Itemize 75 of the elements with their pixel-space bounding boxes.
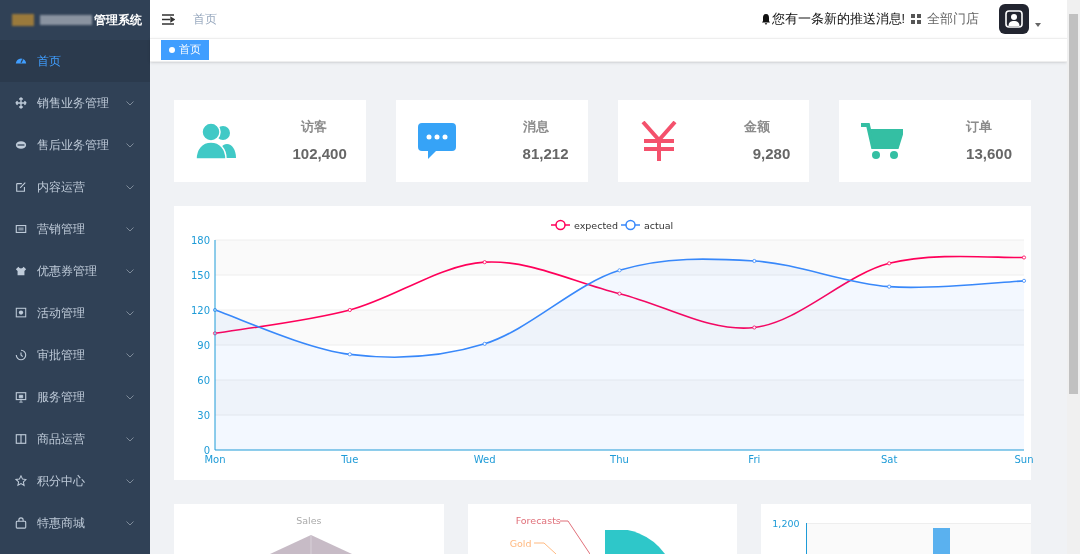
menu-item[interactable]: 服务管理 (0, 376, 150, 418)
chat-bubble-icon (417, 123, 456, 159)
scrollbar[interactable] (1067, 0, 1080, 554)
app-title: 管理系统 (94, 12, 142, 29)
menu-item[interactable]: 营销管理 (0, 208, 150, 250)
menu-item[interactable]: 积分中心 (0, 460, 150, 502)
y-tick-label: 30 (197, 410, 210, 421)
menu-item[interactable]: 首页 (0, 40, 150, 82)
menu-item[interactable]: 销售业务管理 (0, 82, 150, 124)
menu-icon[interactable] (162, 13, 175, 25)
caret-icon[interactable] (1035, 23, 1041, 27)
menu-item-icon (15, 391, 27, 403)
y-tick-label: 150 (190, 270, 210, 281)
legend-label[interactable]: actual (644, 219, 674, 231)
bar (933, 528, 951, 554)
avatar[interactable] (999, 4, 1029, 34)
legend-label: Forecasts (515, 514, 561, 528)
x-tick-label: Mon (204, 454, 226, 465)
axis-line (806, 523, 808, 554)
user-icon (1005, 10, 1023, 28)
menu-item-icon (15, 181, 27, 193)
menu-item-icon (15, 97, 27, 109)
menu-item[interactable]: 特惠商城 (0, 502, 150, 544)
grid-icon (911, 14, 921, 24)
menu-item[interactable]: 审批管理 (0, 334, 150, 376)
x-tick-label: Wed (473, 454, 496, 465)
menu-item-icon (15, 265, 27, 277)
menu-item-icon (15, 307, 27, 319)
cart-icon (861, 122, 904, 160)
blurred-name (40, 15, 92, 25)
notification-text[interactable]: 您有一条新的推送消息! (771, 9, 905, 29)
stat-value: 9,280 (752, 143, 791, 164)
menu-item-icon (15, 139, 27, 151)
chart-title: Sales (295, 514, 323, 528)
y-tick-label: 1,200 (772, 517, 800, 531)
x-tick-label: Fri (748, 454, 761, 465)
stat-value: 102,400 (292, 143, 347, 164)
store-selector[interactable]: 全部门店 (927, 9, 979, 29)
menu-item[interactable]: 商品运营 (0, 418, 150, 460)
legend-label[interactable]: expected (574, 219, 618, 231)
leader-line (533, 542, 556, 554)
stat-value: 81,212 (522, 143, 569, 164)
stat-value: 13,600 (966, 143, 1012, 164)
breadcrumb: 首页 (193, 11, 217, 28)
leader-line (559, 520, 590, 554)
menu-item[interactable]: 售后业务管理 (0, 124, 150, 166)
stat-label: 订单 (966, 118, 992, 136)
x-tick-label: Sun (1014, 454, 1034, 465)
bell-icon (760, 13, 771, 25)
menu-item-icon (15, 349, 27, 361)
y-tick-label: 90 (197, 340, 210, 351)
stat-label: 消息 (522, 118, 549, 136)
stat-label: 访客 (300, 118, 327, 136)
x-tick-label: Thu (610, 454, 629, 465)
y-tick-label: 0 (203, 445, 210, 456)
x-tick-label: Tue (341, 454, 359, 465)
menu-item-icon (15, 517, 27, 529)
x-tick-label: Sat (880, 454, 898, 465)
y-tick-label: 60 (197, 375, 210, 386)
people-icon (196, 122, 236, 160)
menu-item-icon (15, 223, 27, 235)
legend-marker[interactable] (620, 219, 641, 231)
yen-icon (639, 121, 678, 161)
legend-marker[interactable] (550, 219, 571, 231)
menu-item[interactable]: 活动管理 (0, 292, 150, 334)
y-tick-label: 180 (190, 235, 210, 246)
menu-item[interactable]: 优惠券管理 (0, 250, 150, 292)
y-tick-label: 120 (190, 305, 210, 316)
pie-slice (604, 530, 665, 554)
menu-item-icon (15, 475, 27, 487)
logo-icon (12, 14, 34, 26)
menu-item-icon (15, 433, 27, 445)
menu-item[interactable]: 内容运营 (0, 166, 150, 208)
legend-label: Gold (509, 537, 532, 551)
stat-label: 金额 (744, 118, 771, 136)
